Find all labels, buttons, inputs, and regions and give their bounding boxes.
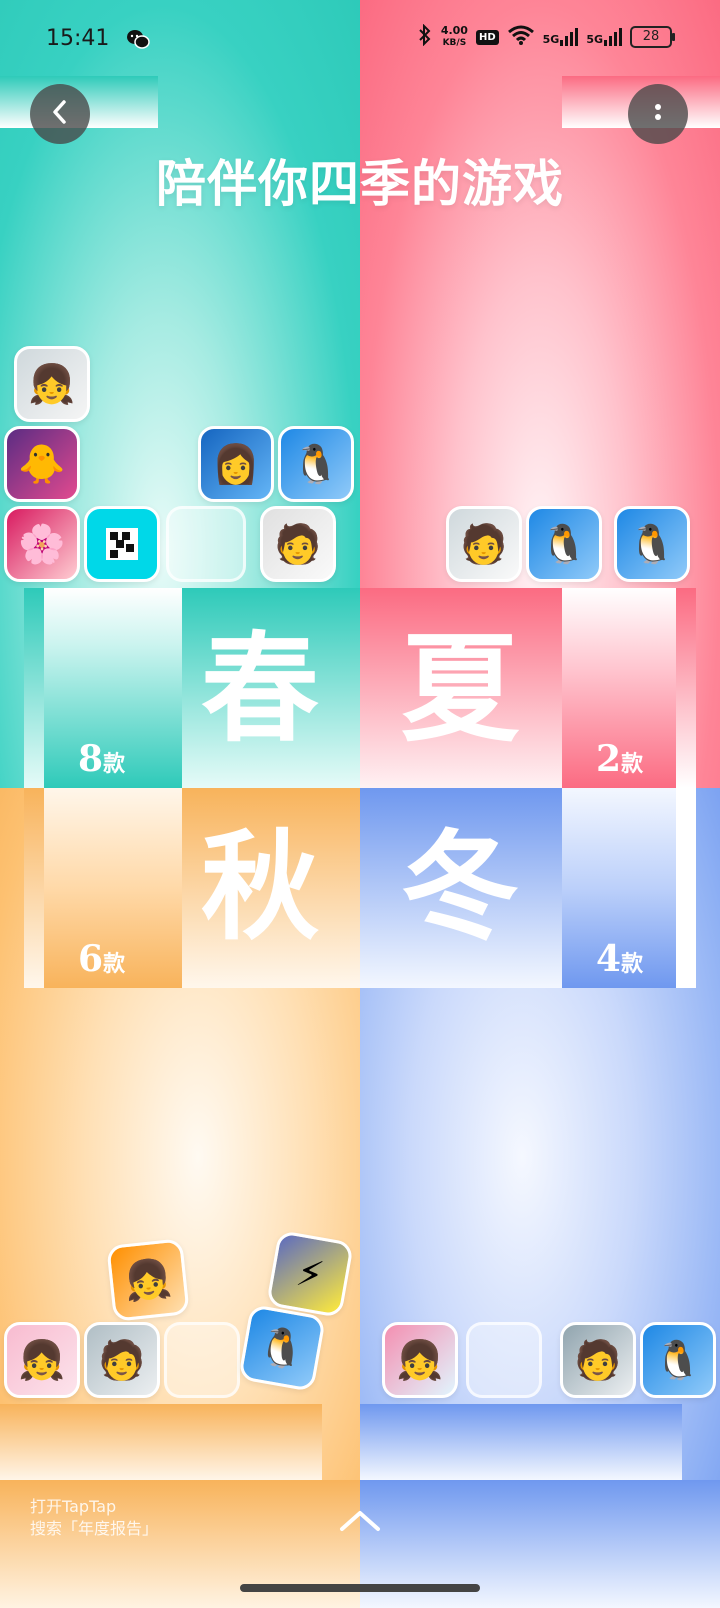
season-count-autumn: 6款 [78, 938, 125, 980]
game-icon[interactable] [84, 506, 160, 582]
game-icon[interactable] [164, 1322, 240, 1398]
count-unit: 款 [621, 951, 644, 977]
game-icon[interactable]: 👧 [4, 1322, 80, 1398]
game-icon[interactable]: 🐧 [526, 506, 602, 582]
game-icon[interactable]: 🧑 [446, 506, 522, 582]
winter-panel[interactable]: 冬 4款 [360, 788, 696, 988]
spring-panel[interactable]: 春 8款 [24, 588, 360, 788]
net-speed-value: 4.00 [440, 24, 468, 37]
hd-badge: HD [475, 29, 499, 45]
game-icon[interactable]: 👧 [106, 1238, 190, 1322]
game-icon[interactable]: 🐧 [614, 506, 690, 582]
game-icon[interactable]: 🐧 [278, 426, 354, 502]
decor-stripe [0, 1404, 322, 1480]
season-name-summer: 夏 [400, 619, 519, 758]
game-icon[interactable]: 🧑 [560, 1322, 636, 1398]
status-bar: 15:41 4.00 KB/S HD 5G 5G 28 [0, 0, 720, 80]
game-icon[interactable] [166, 506, 246, 582]
season-count-spring: 8款 [78, 738, 125, 780]
count-unit: 款 [621, 751, 644, 777]
net-speed: 4.00 KB/S [441, 25, 468, 49]
hint-line-2: 搜索「年度报告」 [30, 1519, 159, 1538]
count-unit: 款 [103, 951, 126, 977]
more-vertical-icon [653, 100, 663, 128]
signal-1-label: 5G [542, 33, 560, 46]
wifi-icon [507, 24, 535, 50]
game-icon[interactable]: 👧 [382, 1322, 458, 1398]
decor-stripe [360, 1404, 682, 1480]
wechat-icon [126, 28, 150, 50]
footer-hint: 打开TapTap 搜索「年度报告」 [30, 1496, 158, 1540]
season-count-winter: 4款 [596, 938, 643, 980]
back-button[interactable] [30, 84, 90, 144]
game-icon[interactable] [466, 1322, 542, 1398]
game-icon[interactable]: 👧 [14, 346, 90, 422]
count-number: 2 [596, 738, 622, 780]
net-speed-unit: KB/S [442, 38, 467, 48]
season-name-autumn: 秋 [200, 817, 319, 956]
page-title: 陪伴你四季的游戏 [156, 155, 564, 213]
season-count-summer: 2款 [596, 738, 643, 780]
game-icon[interactable]: 🧑 [260, 506, 336, 582]
home-indicator[interactable] [240, 1584, 480, 1592]
game-icon[interactable]: 🌸 [4, 506, 80, 582]
count-number: 8 [78, 738, 104, 780]
game-icon[interactable]: 🧑 [84, 1322, 160, 1398]
chevron-up-icon[interactable] [338, 1505, 382, 1539]
count-number: 6 [78, 938, 104, 980]
game-icon[interactable]: 🐧 [237, 1303, 327, 1393]
season-name-winter: 冬 [400, 817, 519, 956]
bluetooth-icon [417, 23, 433, 50]
status-time: 15:41 [46, 26, 110, 51]
summer-panel[interactable]: 夏 2款 [360, 588, 696, 788]
chevron-left-icon [49, 98, 71, 130]
battery-icon: 28 [630, 26, 675, 48]
signal-2-label: 5G [586, 33, 603, 46]
season-name-spring: 春 [200, 619, 319, 758]
game-icon[interactable]: 👩 [198, 426, 274, 502]
game-icon[interactable]: 🐥 [4, 426, 80, 502]
count-number: 4 [596, 938, 622, 980]
game-icon[interactable]: ⚡ [265, 1229, 355, 1319]
count-unit: 款 [103, 751, 126, 777]
signal-icon: 5G [543, 28, 579, 46]
more-button[interactable] [628, 84, 688, 144]
game-icon[interactable]: 🐧 [640, 1322, 716, 1398]
signal-icon: 5G [586, 28, 622, 46]
autumn-panel[interactable]: 秋 6款 [24, 788, 360, 988]
hint-line-1: 打开TapTap [30, 1497, 117, 1516]
